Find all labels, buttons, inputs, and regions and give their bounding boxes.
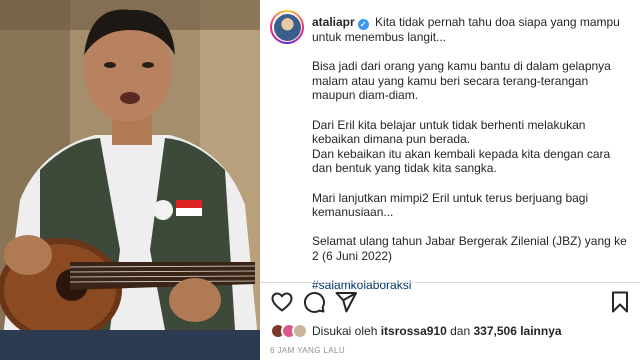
man-playing-guitar-image bbox=[0, 0, 260, 360]
liker-username-link[interactable]: itsrossa910 bbox=[381, 324, 447, 338]
caption-line-5: Mari lanjutkan mimpi2 Eril untuk terus b… bbox=[312, 190, 589, 220]
caption-line-1: Kita tidak pernah tahu doa siapa yang ma… bbox=[312, 15, 620, 44]
likes-connector: dan bbox=[450, 324, 471, 338]
likes-suffix: lainnya bbox=[520, 324, 562, 338]
likes-count: 337,506 bbox=[473, 324, 517, 338]
caption-line-3: Dari Eril kita belajar untuk tidak berhe… bbox=[312, 117, 586, 147]
profile-avatar[interactable] bbox=[270, 10, 304, 44]
verified-badge-icon: ✓ bbox=[357, 19, 369, 30]
post-actions bbox=[270, 290, 632, 314]
post-caption: ataliapr ✓ Kita tidak pernah tahu doa sia… bbox=[312, 15, 628, 293]
caption-line-4: Dan kebaikan itu akan kembali kepada kit… bbox=[312, 146, 611, 176]
post-video-frame[interactable] bbox=[0, 0, 260, 360]
caption-line-6: Selamat ulang tahun Jabar Bergerak Zilen… bbox=[312, 234, 627, 263]
avatar-image bbox=[273, 13, 301, 41]
post-timestamp[interactable]: 6 JAM YANG LALU bbox=[270, 346, 345, 355]
likes-prefix: Disukai oleh bbox=[312, 324, 378, 338]
heart-icon[interactable] bbox=[270, 290, 294, 314]
bookmark-icon[interactable] bbox=[608, 290, 632, 314]
username-link[interactable]: ataliapr bbox=[312, 15, 355, 29]
liker-avatar[interactable] bbox=[292, 323, 308, 339]
send-icon[interactable] bbox=[334, 290, 358, 314]
comment-icon[interactable] bbox=[302, 290, 326, 314]
divider bbox=[260, 282, 640, 283]
caption-line-2: Bisa jadi dari orang yang kamu bantu di … bbox=[312, 59, 611, 103]
likes-count-link[interactable]: 337,506 lainnya bbox=[473, 324, 561, 338]
likes-summary: Disukai oleh itsrossa910 dan 337,506 lai… bbox=[270, 320, 632, 342]
post-panel: ataliapr ✓ Kita tidak pernah tahu doa sia… bbox=[260, 0, 640, 360]
